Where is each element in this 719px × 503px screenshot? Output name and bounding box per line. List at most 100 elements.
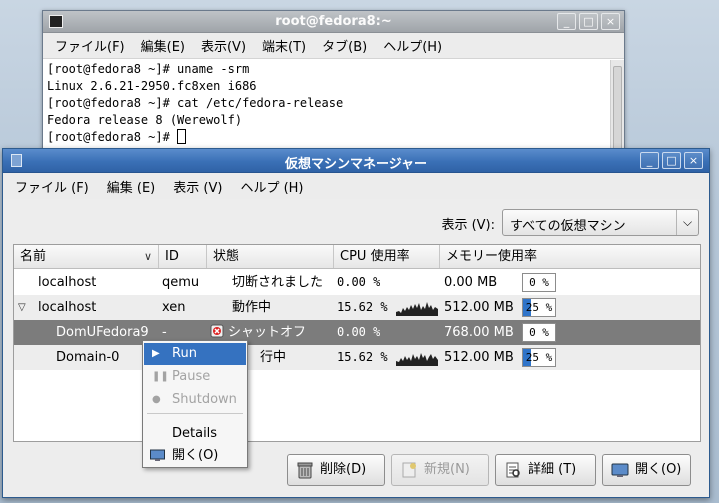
maximize-button[interactable]: □ xyxy=(579,13,598,30)
menu-item-open[interactable]: 開く(O) xyxy=(144,445,246,467)
close-button[interactable]: × xyxy=(601,13,620,30)
vm-state: 行中 xyxy=(260,350,287,365)
vm-list[interactable]: 名前 ∨ ID 状態 CPU 使用率 メモリー使用率 localhost qem… xyxy=(13,244,701,442)
vmm-titlebar[interactable]: 仮想マシンマネージャー _ □ × xyxy=(3,149,709,173)
menu-file[interactable]: ファイル (F) xyxy=(15,177,89,196)
details-button-label: 詳細 (T) xyxy=(528,462,577,477)
maximize-button[interactable]: □ xyxy=(662,152,681,169)
vm-row-selected[interactable]: DomUFedora9 - シャットオフ 0.00 % 768.00 MB 0 … xyxy=(14,320,700,345)
menu-help[interactable]: ヘルプ(H) xyxy=(383,36,442,55)
terminal-window: root@fedora8:~ _ □ × ファイル(F) 編集(E) 表示(V)… xyxy=(42,10,625,160)
minimize-button[interactable]: _ xyxy=(557,13,576,30)
close-button[interactable]: × xyxy=(684,152,703,169)
new-button[interactable]: 新規(N) xyxy=(391,454,489,486)
view-filter-select[interactable]: すべての仮想マシン ⌵ xyxy=(502,209,699,236)
vm-cpu: 0.00 % xyxy=(337,275,381,289)
vm-row[interactable]: localhost qemu 切断されました 0.00 % 0.00 MB 0 … xyxy=(14,270,700,295)
menu-item-open-label: 開く(O) xyxy=(172,448,219,463)
terminal-line: [root@fedora8 ~]# uname -srm xyxy=(47,62,250,76)
vm-row[interactable]: ▽ localhost xen 動作中 15.62 % 512.00 MB 25… xyxy=(14,295,700,320)
monitor-icon xyxy=(150,449,165,461)
delete-button[interactable]: 削除(D) xyxy=(287,454,385,486)
terminal-titlebar[interactable]: root@fedora8:~ _ □ × xyxy=(43,11,624,33)
vm-id: xen xyxy=(162,300,186,315)
column-mem-label: メモリー使用率 xyxy=(446,249,538,264)
mem-usage-bar: 25 % xyxy=(522,348,556,367)
vm-cpu: 15.62 % xyxy=(337,300,388,314)
new-button-label: 新規(N) xyxy=(424,462,470,477)
column-name[interactable]: 名前 ∨ xyxy=(14,245,159,268)
column-state-label: 状態 xyxy=(213,249,240,264)
open-button[interactable]: 開く(O) xyxy=(602,454,691,486)
vm-name: localhost xyxy=(38,300,97,315)
vm-name: Domain-0 xyxy=(56,350,120,365)
menu-item-shutdown[interactable]: ● Shutdown xyxy=(144,389,246,411)
view-filter-value: すべての仮想マシン xyxy=(510,219,626,234)
menu-help[interactable]: ヘルプ (H) xyxy=(240,177,303,196)
column-id-label: ID xyxy=(165,249,179,264)
terminal-scrollbar[interactable] xyxy=(610,60,624,159)
vm-state: シャットオフ xyxy=(228,325,307,340)
column-cpu-label: CPU 使用率 xyxy=(340,249,410,264)
mem-usage-percent: 25 % xyxy=(525,301,553,314)
trash-icon xyxy=(297,462,313,479)
menu-view[interactable]: 表示 (V) xyxy=(173,177,222,196)
minimize-button[interactable]: _ xyxy=(640,152,659,169)
menu-separator xyxy=(147,413,243,414)
sort-arrow-icon: ∨ xyxy=(143,250,152,263)
cpu-sparkline xyxy=(396,302,438,316)
terminal-title: root@fedora8:~ xyxy=(275,14,392,29)
mem-usage-bar: 0 % xyxy=(522,273,556,292)
column-state[interactable]: 状態 xyxy=(207,245,334,268)
terminal-prompt: [root@fedora8 ~]# xyxy=(47,130,178,144)
mem-usage-bar: 0 % xyxy=(522,323,556,342)
vm-cpu: 15.62 % xyxy=(337,350,388,364)
menu-item-details-label: Details xyxy=(172,426,218,441)
terminal-cursor xyxy=(177,129,187,144)
vm-mem: 0.00 MB xyxy=(444,275,498,290)
monitor-icon xyxy=(611,463,629,477)
terminal-menubar: ファイル(F) 編集(E) 表示(V) 端末(T) タブ(B) ヘルプ(H) xyxy=(43,33,624,59)
vm-mem: 512.00 MB xyxy=(444,350,514,365)
vm-context-menu: ▶ Run ❚❚ Pause ● Shutdown Details 開く(O) xyxy=(142,340,248,468)
column-name-label: 名前 xyxy=(20,249,47,264)
vm-cpu: 0.00 % xyxy=(337,325,381,339)
vm-mem: 768.00 MB xyxy=(444,325,514,340)
column-id[interactable]: ID xyxy=(159,245,207,268)
expander-icon[interactable]: ▽ xyxy=(18,295,26,320)
menu-file[interactable]: ファイル(F) xyxy=(55,36,125,55)
shutoff-icon xyxy=(210,324,224,338)
play-icon: ▶ xyxy=(152,348,160,359)
column-cpu[interactable]: CPU 使用率 xyxy=(334,245,440,268)
vm-row[interactable]: Domain-0 行中 15.62 % 512.00 MB 25 % xyxy=(14,345,700,370)
menu-tabs[interactable]: タブ(B) xyxy=(322,36,367,55)
mem-usage-bar: 25 % xyxy=(522,298,556,317)
terminal-line: [root@fedora8 ~]# cat /etc/fedora-releas… xyxy=(47,96,344,110)
scrollbar-thumb[interactable] xyxy=(613,66,622,151)
menu-item-pause[interactable]: ❚❚ Pause xyxy=(144,366,246,388)
column-mem[interactable]: メモリー使用率 xyxy=(440,245,700,268)
pause-icon: ❚❚ xyxy=(152,371,169,382)
menu-item-run[interactable]: ▶ Run xyxy=(144,343,246,365)
menu-item-details[interactable]: Details xyxy=(144,423,246,445)
mem-usage-percent: 0 % xyxy=(529,326,549,339)
vmm-window: 仮想マシンマネージャー _ □ × ファイル (F) 編集 (E) 表示 (V)… xyxy=(2,148,710,498)
menu-edit[interactable]: 編集 (E) xyxy=(107,177,156,196)
terminal-output[interactable]: [root@fedora8 ~]# uname -srm Linux 2.6.21… xyxy=(43,59,624,148)
mem-usage-percent: 0 % xyxy=(529,276,549,289)
details-button[interactable]: 詳細 (T) xyxy=(495,454,596,486)
terminal-line: Linux 2.6.21-2950.fc8xen i686 xyxy=(47,79,257,93)
vm-list-header: 名前 ∨ ID 状態 CPU 使用率 メモリー使用率 xyxy=(14,245,700,269)
menu-item-run-label: Run xyxy=(172,346,197,361)
menu-item-pause-label: Pause xyxy=(172,369,211,384)
delete-button-label: 削除(D) xyxy=(320,462,367,477)
vm-id: qemu xyxy=(162,275,200,290)
vm-name: DomUFedora9 xyxy=(56,325,149,340)
menu-edit[interactable]: 編集(E) xyxy=(141,36,185,55)
menu-terminal[interactable]: 端末(T) xyxy=(262,36,306,55)
vmm-title: 仮想マシンマネージャー xyxy=(284,157,428,172)
new-icon xyxy=(402,462,416,478)
power-icon: ● xyxy=(152,394,161,405)
menu-view[interactable]: 表示(V) xyxy=(201,36,246,55)
open-button-label: 開く(O) xyxy=(635,462,682,477)
